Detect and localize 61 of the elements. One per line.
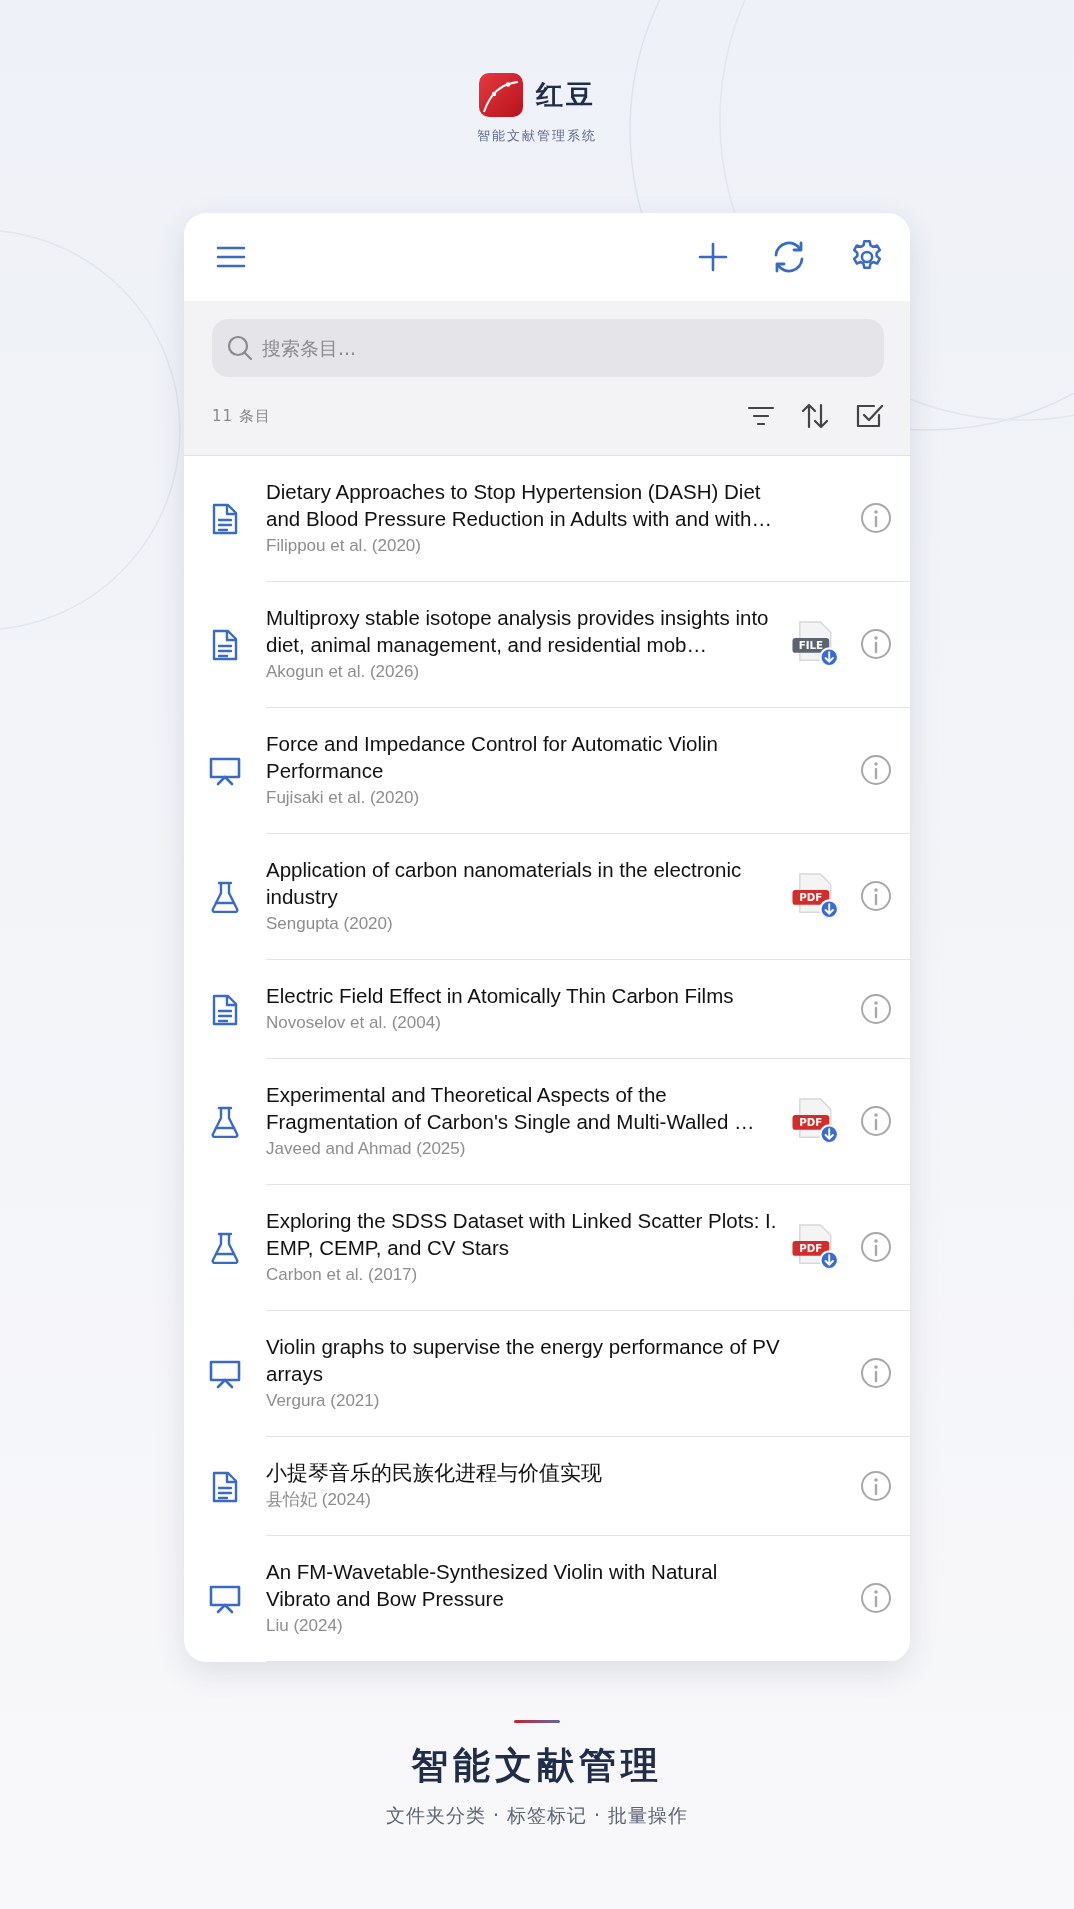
item-title: Electric Field Effect in Atomically Thin Carbon Films	[266, 983, 735, 1009]
accent-line	[514, 1720, 560, 1723]
item-title: Experimental and Theoretical Aspects of the Fragmentation of Carbon's Single and Multi-Walled …	[266, 1082, 756, 1135]
item-authors: Filippou et al. (2020)	[266, 535, 422, 557]
item-title: Application of carbon nanomaterials in the electronic industry	[266, 857, 743, 910]
item-authors: 县怡妃 (2024)	[266, 1489, 372, 1511]
add-icon[interactable]	[696, 240, 730, 274]
item-authors: Fujisaki et al. (2020)	[266, 787, 421, 809]
document-icon	[210, 629, 240, 661]
reference-item[interactable]: Exploring the SDSS Dataset with Linked Scatter Plots: I. EMP, CEMP, and CV Stars Carbon et al. (2017) PDF	[184, 1185, 910, 1311]
item-title: Violin graphs to supervise the energy performance of PV arrays	[266, 1334, 781, 1387]
reference-item[interactable]: Experimental and Theoretical Aspects of the Fragmentation of Carbon's Single and Multi-Walled … Javeed and Ahmad (2025) PDF	[184, 1059, 910, 1185]
flask-icon	[210, 881, 240, 913]
reference-item[interactable]: 小提琴音乐的民族化进程与价值实现 县怡妃 (2024)	[184, 1437, 910, 1536]
reference-item[interactable]: Electric Field Effect in Atomically Thin Carbon Films Novoselov et al. (2004)	[184, 960, 910, 1059]
flask-icon	[210, 1106, 240, 1138]
info-icon[interactable]	[860, 1582, 892, 1614]
document-icon	[210, 1470, 240, 1503]
item-title: Force and Impedance Control for Automatic Violin Performance	[266, 731, 719, 784]
item-title: Multiproxy stable isotope analysis provides insights into diet, animal management, and residential mob…	[266, 605, 770, 658]
presentation-board-icon	[208, 756, 242, 786]
footer-heading: 智能文献管理	[411, 1743, 663, 1789]
logo-icon	[478, 72, 524, 118]
item-authors: Akogun et al. (2026)	[266, 661, 421, 683]
info-icon[interactable]	[860, 1231, 892, 1263]
reference-item[interactable]: Force and Impedance Control for Automatic Violin Performance Fujisaki et al. (2020)	[184, 708, 910, 834]
document-icon	[210, 993, 240, 1026]
reference-item[interactable]: Application of carbon nanomaterials in the electronic industry Sengupta (2020) PDF	[184, 834, 910, 960]
info-icon[interactable]	[860, 1357, 892, 1389]
search-field[interactable]: 搜索条目...	[212, 319, 884, 377]
presentation-board-icon	[208, 1584, 242, 1614]
flask-icon	[210, 1232, 240, 1264]
info-icon[interactable]	[860, 628, 892, 660]
item-authors: Javeed and Ahmad (2025)	[266, 1138, 467, 1160]
info-icon[interactable]	[860, 1469, 892, 1502]
item-authors: Vergura (2021)	[266, 1390, 381, 1412]
item-count: 11 条目	[212, 406, 271, 426]
item-authors: Sengupta (2020)	[266, 913, 394, 935]
info-icon[interactable]	[860, 1105, 892, 1137]
reference-item[interactable]: Dietary Approaches to Stop Hypertension (DASH) Diet and Blood Pressure Reduction in Adults with and with… Filippou et al. (2020)	[184, 456, 910, 582]
item-authors: Liu (2024)	[266, 1615, 344, 1637]
search-icon	[226, 334, 254, 362]
sort-icon[interactable]	[800, 401, 830, 431]
item-title: 小提琴音乐的民族化进程与价值实现	[266, 1460, 603, 1486]
document-icon	[210, 503, 240, 535]
app-name: 红豆	[536, 78, 596, 112]
feature-list: 文件夹分类 · 标签标记 · 批量操作	[385, 1803, 689, 1829]
info-icon[interactable]	[860, 992, 892, 1025]
item-title: Exploring the SDSS Dataset with Linked Scatter Plots: I. EMP, CEMP, and CV Stars	[266, 1208, 778, 1261]
item-authors: Novoselov et al. (2004)	[266, 1012, 442, 1034]
info-icon[interactable]	[860, 502, 892, 534]
presentation-board-icon	[208, 1359, 242, 1389]
item-title: An FM-Wavetable-Synthesized Violin with Natural Vibrato and Bow Pressure	[266, 1559, 719, 1612]
reference-item[interactable]: Multiproxy stable isotope analysis provides insights into diet, animal management, and residential mob… Akogun et al. (2026) FILE	[184, 582, 910, 708]
item-title: Dietary Approaches to Stop Hypertension (DASH) Diet and Blood Pressure Reduction in Adults with and with…	[266, 479, 773, 532]
reference-item[interactable]: An FM-Wavetable-Synthesized Violin with Natural Vibrato and Bow Pressure Liu (2024)	[184, 1536, 910, 1662]
reference-item[interactable]: Violin graphs to supervise the energy performance of PV arrays Vergura (2021)	[184, 1311, 910, 1437]
info-icon[interactable]	[860, 754, 892, 786]
info-icon[interactable]	[860, 880, 892, 912]
item-authors: Carbon et al. (2017)	[266, 1264, 419, 1286]
app-tagline: 智能文献管理系统	[477, 127, 597, 145]
